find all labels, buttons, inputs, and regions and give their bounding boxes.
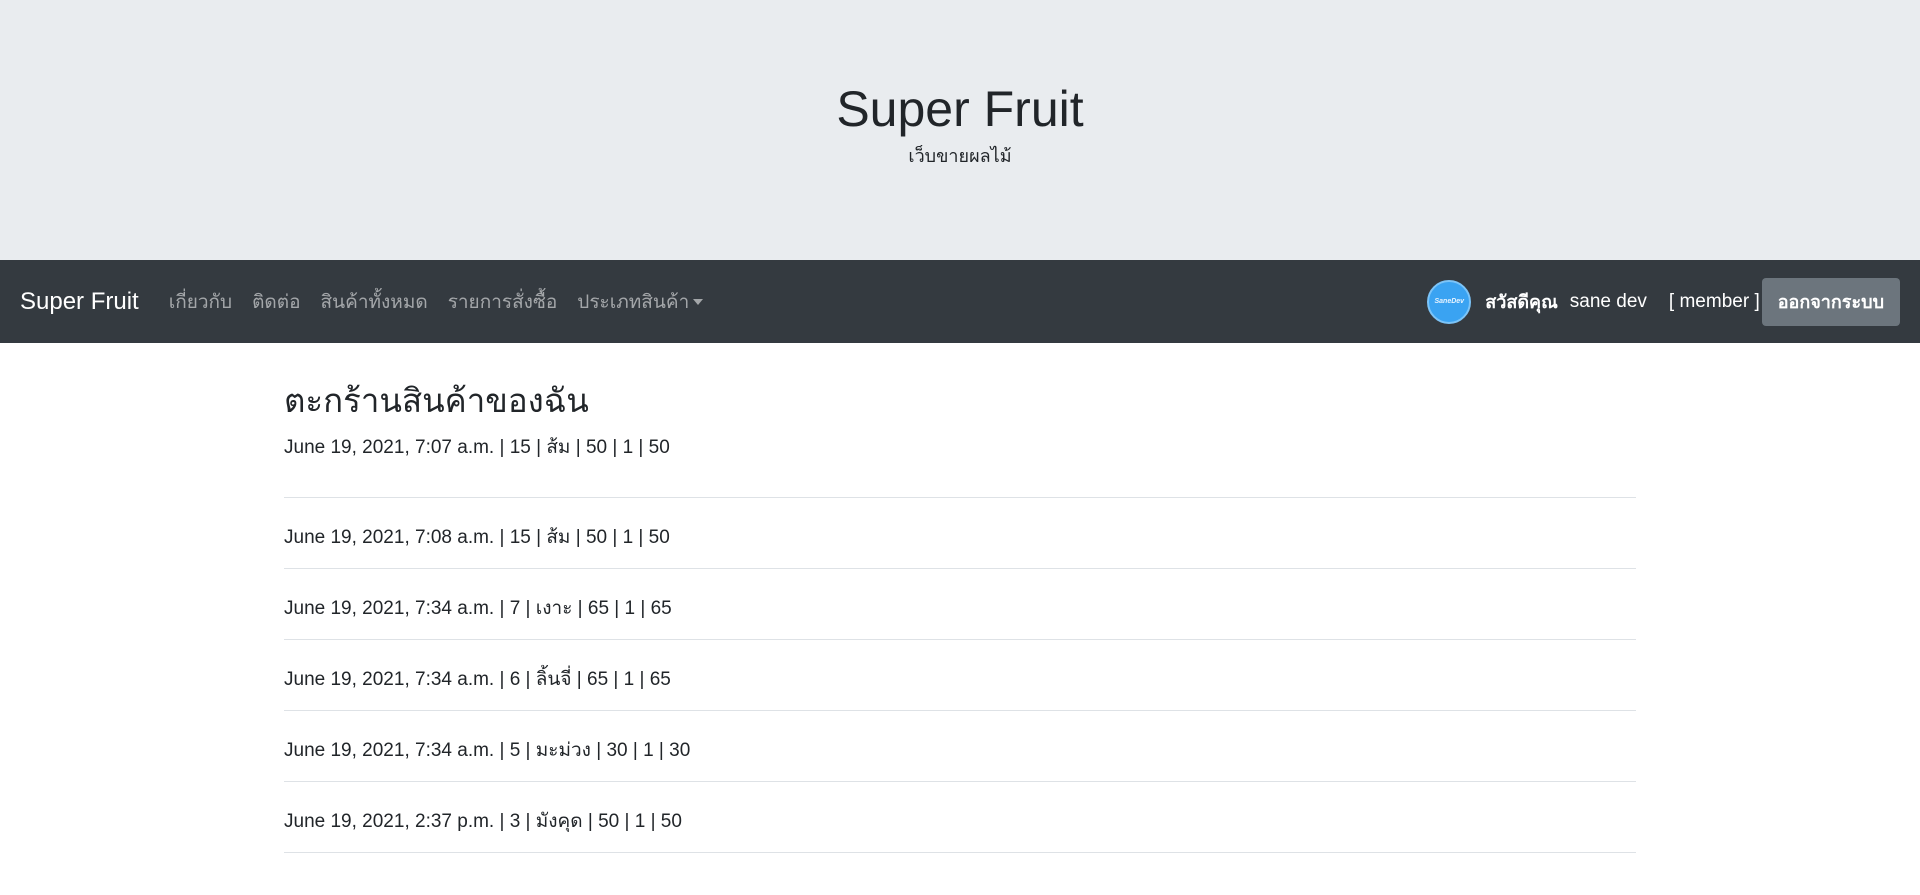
site-title: Super Fruit [836,81,1084,137]
list-item: June 19, 2021, 7:34 a.m. | 6 | ลิ้นจี่ |… [284,640,1636,711]
list-item: June 19, 2021, 7:34 a.m. | 7 | เงาะ | 65… [284,569,1636,640]
site-subtitle: เว็บขายผลไม้ [908,146,1012,166]
avatar: SaneDev [1427,279,1472,324]
nav-link-all-products[interactable]: สินค้าทั้งหมด [321,287,428,317]
nav-link-orders[interactable]: รายการสั่งซื้อ [448,287,558,317]
avatar-logo-text: SaneDev [1434,298,1465,305]
greeting-text: สวัสดีคุณ [1485,292,1558,312]
list-item: June 19, 2021, 7:34 a.m. | 5 | มะม่วง | … [284,711,1636,782]
user-role-text: [ member ] [1668,290,1760,312]
cart-content: ตะกร้านสินค้าของฉัน June 19, 2021, 7:07 … [284,343,1636,853]
username-text: sane dev [1569,290,1647,312]
order-list: June 19, 2021, 7:07 a.m. | 15 | ส้ม | 50… [284,427,1636,853]
page-title: ตะกร้านสินค้าของฉัน [284,382,589,419]
nav-dropdown-categories[interactable]: ประเภทสินค้า [577,287,704,317]
navbar-brand[interactable]: Super Fruit [20,288,139,316]
list-item: June 19, 2021, 7:08 a.m. | 15 | ส้ม | 50… [284,498,1636,569]
logout-button[interactable]: ออกจากระบบ [1761,277,1900,326]
list-item: June 19, 2021, 7:07 a.m. | 15 | ส้ม | 50… [284,427,1636,498]
user-area: SaneDev สวัสดีคุณ sane dev [ member ] ออ… [1427,260,1900,343]
list-item: June 19, 2021, 2:37 p.m. | 3 | มังคุด | … [284,782,1636,853]
jumbotron-header: Super Fruit เว็บขายผลไม้ [0,0,1920,260]
top-navbar: Super Fruit เกี่ยวกับ ติดต่อ สินค้าทั้งห… [0,260,1920,343]
caret-down-icon [693,298,704,305]
nav-link-about[interactable]: เกี่ยวกับ [169,287,232,317]
nav-link-contact[interactable]: ติดต่อ [252,287,300,317]
nav-dropdown-label: ประเภทสินค้า [577,291,690,313]
nav-links: เกี่ยวกับ ติดต่อ สินค้าทั้งหมด รายการสั่… [169,287,704,317]
